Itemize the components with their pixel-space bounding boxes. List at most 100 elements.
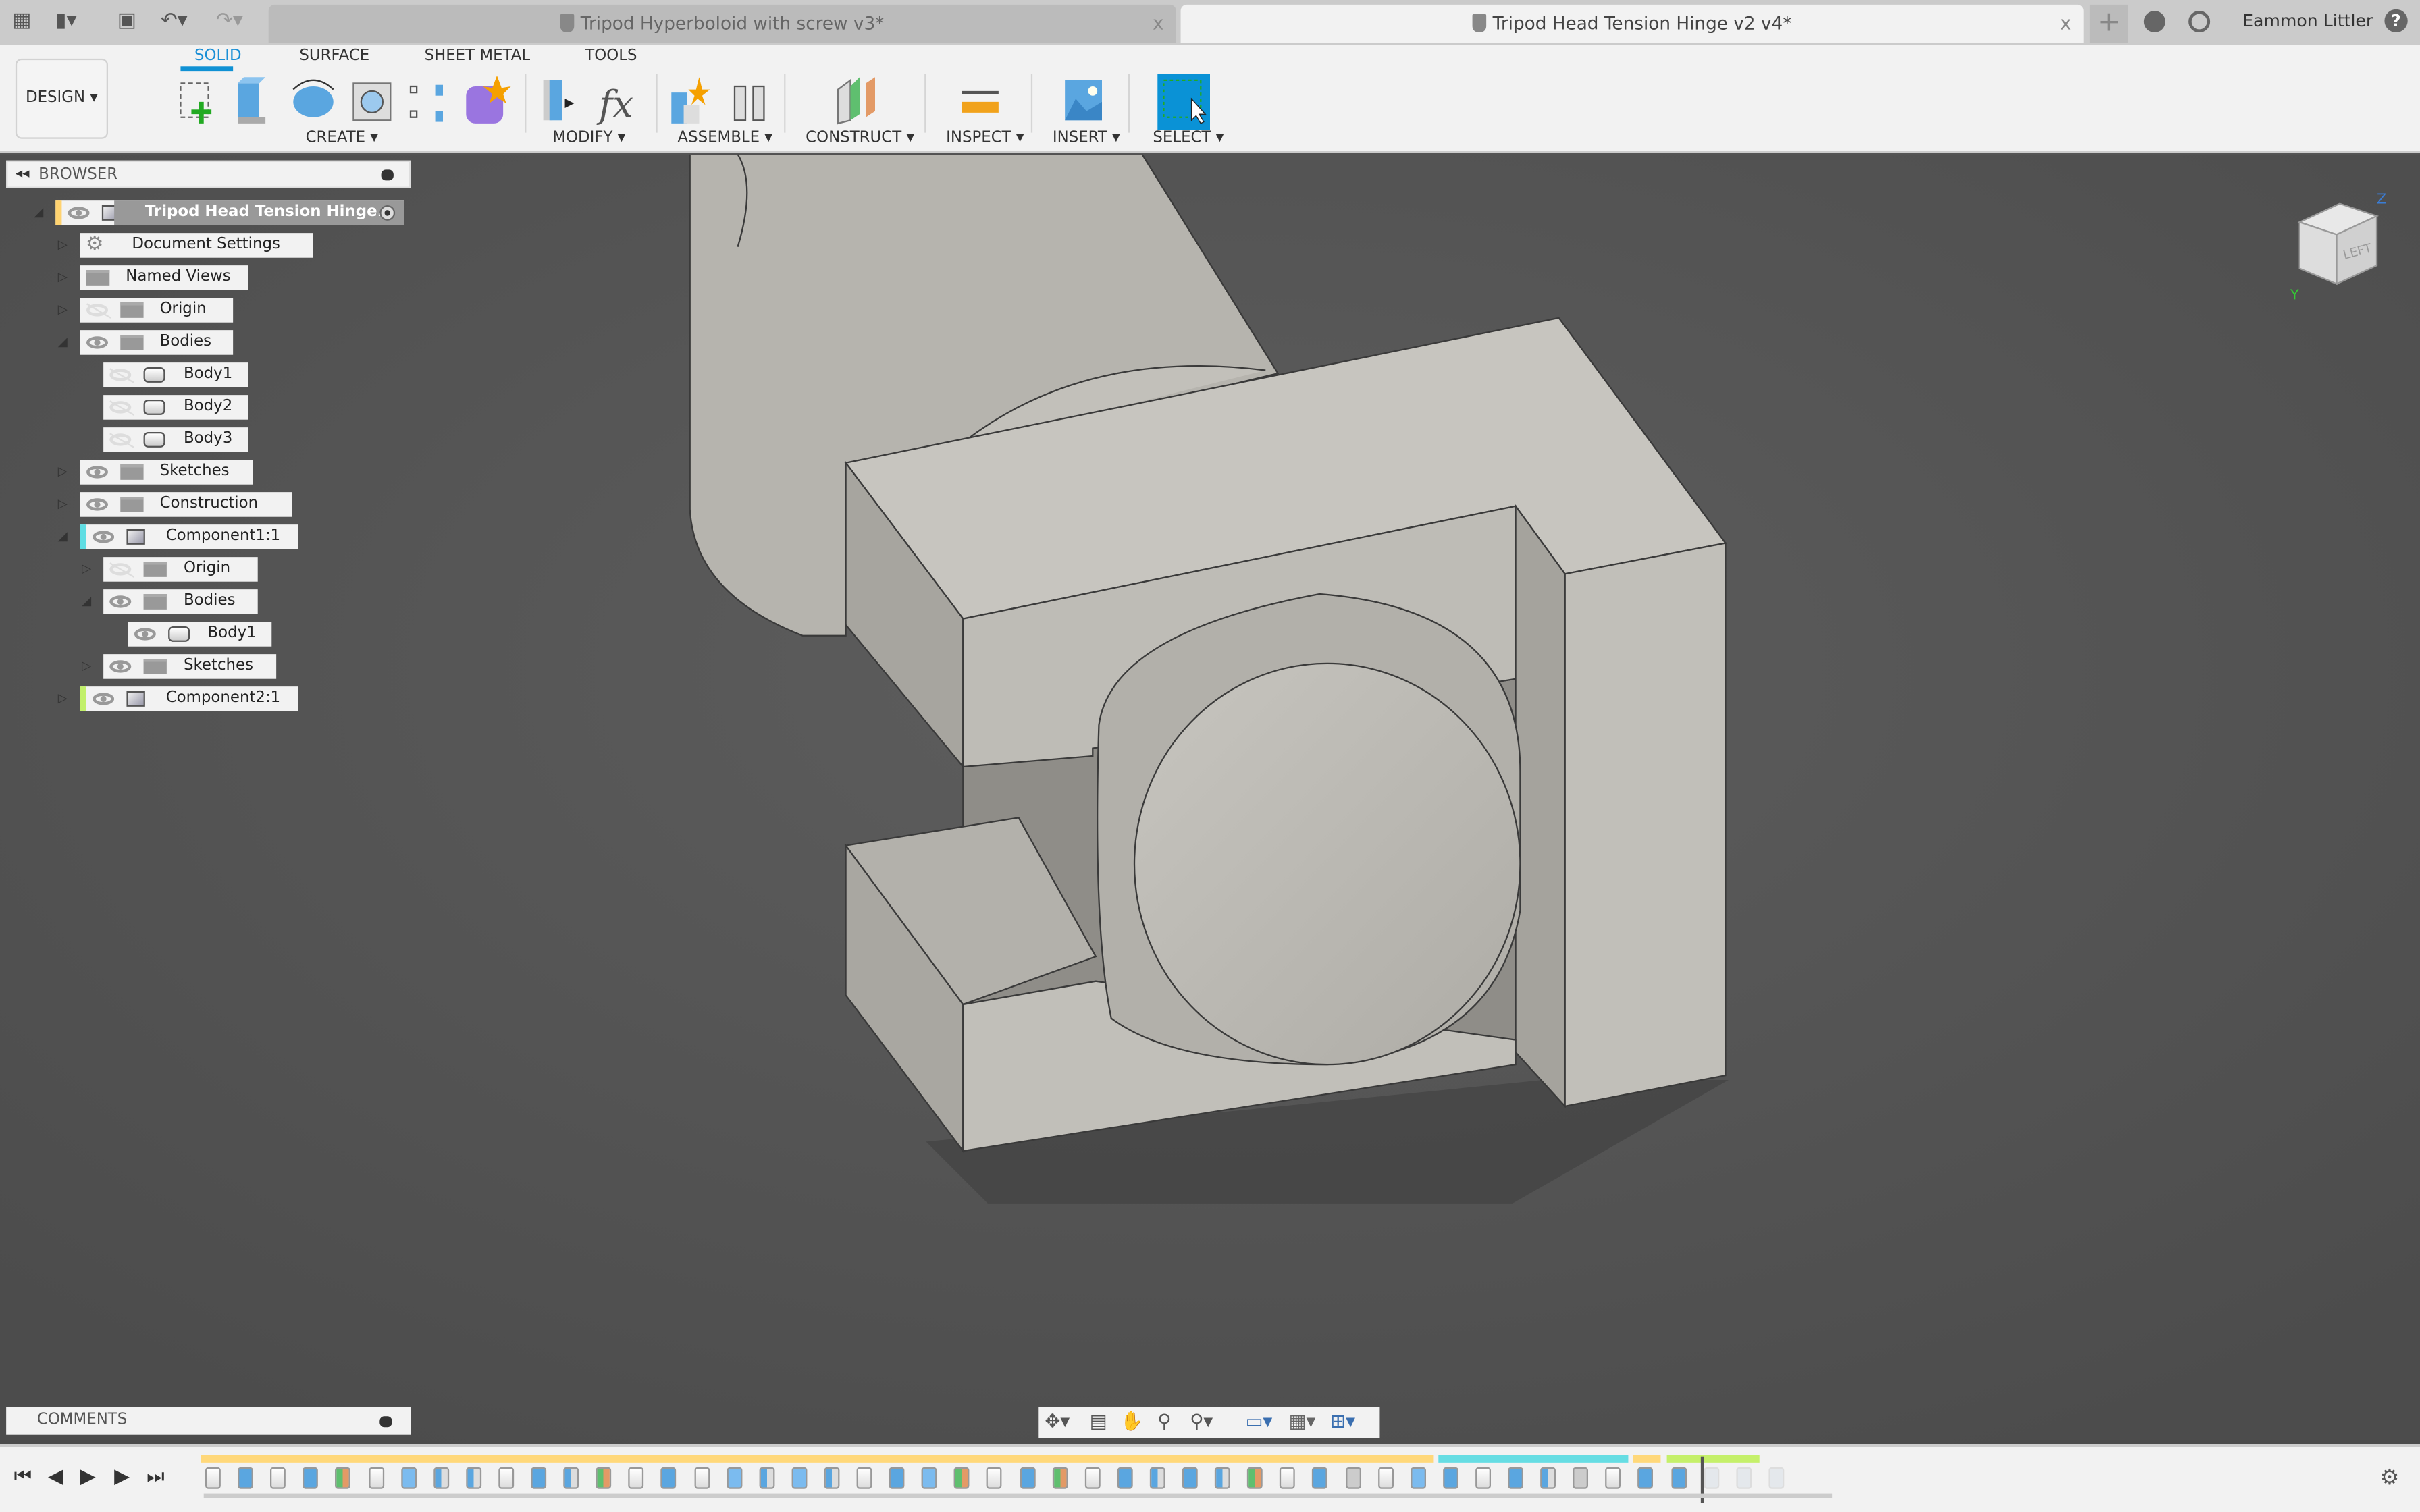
extrude-icon[interactable] — [238, 77, 265, 124]
expand-toggle-icon[interactable]: ▷ — [58, 238, 70, 253]
timeline-feature-fillet-icon[interactable] — [1215, 1467, 1230, 1489]
browser-item[interactable]: ▷⚙Document Settings — [0, 233, 417, 258]
visibility-eye-icon[interactable] — [86, 304, 107, 316]
collapse-toggle-icon[interactable]: ◢ — [58, 335, 70, 350]
timeline-feature-suppressed-icon[interactable] — [1736, 1467, 1752, 1489]
new-tab-button[interactable]: + — [2090, 5, 2128, 43]
timeline-feature-sketch-icon[interactable] — [205, 1467, 221, 1489]
press-pull-icon[interactable] — [544, 80, 575, 120]
tab-tools[interactable]: TOOLS — [585, 48, 637, 65]
viewports-icon[interactable]: ⊞▾ — [1330, 1410, 1355, 1432]
timeline-feature-sketch-icon[interactable] — [1377, 1467, 1393, 1489]
close-tab-icon[interactable]: x — [2060, 5, 2071, 43]
timeline-feature-extrude-icon[interactable] — [889, 1467, 905, 1489]
timeline-feature-extrude-icon[interactable] — [1671, 1467, 1686, 1489]
pan-icon[interactable]: ✋ — [1120, 1410, 1143, 1432]
visibility-eye-icon[interactable] — [68, 207, 90, 219]
new-component-icon[interactable] — [671, 77, 710, 124]
orbit-icon[interactable]: ✥▾ — [1045, 1410, 1070, 1432]
timeline-feature-fillet-icon[interactable] — [824, 1467, 839, 1489]
timeline-feature-extrude-icon[interactable] — [1508, 1467, 1523, 1489]
tab-solid[interactable]: SOLID — [194, 48, 242, 65]
expand-toggle-icon[interactable]: ▷ — [58, 497, 70, 512]
browser-item[interactable]: ◢Bodies — [0, 589, 417, 614]
browser-item[interactable]: ▷Named Views — [0, 265, 417, 290]
timeline-feature-fillet-icon[interactable] — [1150, 1467, 1165, 1489]
close-tab-icon[interactable]: x — [1153, 5, 1163, 43]
timeline-feature-plane-icon[interactable] — [336, 1467, 351, 1489]
timeline-feature-revolve-icon[interactable] — [922, 1467, 937, 1489]
parameters-fx-icon[interactable]: fx — [596, 83, 633, 126]
timeline-feature-fillet-icon[interactable] — [433, 1467, 449, 1489]
activate-radio-icon[interactable] — [379, 205, 395, 221]
save-icon[interactable]: ▣ — [117, 9, 136, 34]
timeline-feature-sketch-icon[interactable] — [368, 1467, 384, 1489]
timeline-feature-fillet-icon[interactable] — [1540, 1467, 1556, 1489]
expand-toggle-icon[interactable]: ▷ — [82, 562, 94, 577]
display-settings-icon[interactable]: ▭▾ — [1246, 1410, 1273, 1432]
timeline-feature-plane-icon[interactable] — [954, 1467, 970, 1489]
grid-settings-icon[interactable]: ▦▾ — [1289, 1410, 1316, 1432]
visibility-eye-icon[interactable] — [109, 595, 131, 608]
timeline-feature-box-icon[interactable] — [1345, 1467, 1361, 1489]
fit-zoom-icon[interactable]: ⚲▾ — [1190, 1410, 1213, 1432]
browser-item[interactable]: ▷Origin — [0, 557, 417, 582]
timeline-feature-suppressed-icon[interactable] — [1768, 1467, 1784, 1489]
timeline-feature-sketch-icon[interactable] — [498, 1467, 514, 1489]
browser-item[interactable]: ◢Component1:1 — [0, 524, 417, 549]
visibility-eye-icon[interactable] — [109, 660, 131, 672]
collapse-toggle-icon[interactable]: ◢ — [34, 205, 46, 221]
add-comment-icon[interactable] — [379, 1416, 392, 1427]
timeline-feature-extrude-icon[interactable] — [661, 1467, 677, 1489]
expand-toggle-icon[interactable]: ▷ — [58, 302, 70, 318]
timeline-feature-extrude-icon[interactable] — [1182, 1467, 1198, 1489]
extensions-icon[interactable] — [2144, 11, 2165, 32]
app-grid-icon[interactable]: ▦ — [12, 9, 31, 34]
browser-item[interactable]: ◢Bodies — [0, 330, 417, 355]
timeline-feature-extrude-icon[interactable] — [303, 1467, 319, 1489]
timeline-feature-extrude-icon[interactable] — [238, 1467, 253, 1489]
viewcube[interactable]: LEFT Z Y — [2290, 188, 2389, 300]
collapse-panel-icon[interactable]: ◂◂ — [16, 162, 30, 188]
timeline-feature-sketch-icon[interactable] — [987, 1467, 1002, 1489]
expand-toggle-icon[interactable]: ▷ — [58, 464, 70, 480]
inspect-menu[interactable]: INSPECT ▾ — [946, 130, 1024, 146]
select-box-icon[interactable] — [1157, 74, 1210, 130]
timeline-feature-extrude-icon[interactable] — [531, 1467, 546, 1489]
comments-panel[interactable]: COMMENTS — [6, 1407, 411, 1435]
step-forward-icon[interactable]: ▶ — [114, 1465, 130, 1488]
browser-item[interactable]: ▷Sketches — [0, 654, 417, 679]
browser-item[interactable]: Body1 — [0, 362, 417, 387]
construct-menu[interactable]: CONSTRUCT ▾ — [806, 130, 914, 146]
expand-toggle-icon[interactable]: ▷ — [82, 659, 94, 674]
timeline-feature-box-icon[interactable] — [1573, 1467, 1589, 1489]
job-status-clock-icon[interactable] — [2188, 11, 2210, 32]
look-at-icon[interactable]: ▤ — [1090, 1410, 1107, 1432]
redo-icon[interactable]: ↷▾ — [216, 9, 243, 34]
timeline-feature-extrude-icon[interactable] — [1443, 1467, 1458, 1489]
visibility-eye-icon[interactable] — [86, 336, 107, 348]
go-to-end-icon[interactable]: ⏭ — [147, 1465, 165, 1488]
browser-item[interactable]: Body1 — [0, 622, 417, 647]
help-icon[interactable]: ? — [2384, 9, 2407, 32]
visibility-eye-icon[interactable] — [109, 433, 131, 446]
browser-item[interactable]: Body2 — [0, 395, 417, 420]
timeline-feature-sketch-icon[interactable] — [857, 1467, 872, 1489]
document-tab-inactive[interactable]: Tripod Hyperboloid with screw v3* x — [269, 5, 1176, 43]
browser-item[interactable]: ▷Component2:1 — [0, 686, 417, 711]
assemble-menu[interactable]: ASSEMBLE ▾ — [677, 130, 772, 146]
timeline-feature-revolve-icon[interactable] — [791, 1467, 807, 1489]
pin-panel-icon[interactable] — [382, 169, 394, 180]
timeline-feature-plane-icon[interactable] — [596, 1467, 612, 1489]
visibility-eye-icon[interactable] — [86, 466, 107, 478]
timeline-feature-sketch-icon[interactable] — [1280, 1467, 1296, 1489]
joint-icon[interactable] — [735, 86, 764, 120]
collapse-toggle-icon[interactable]: ◢ — [58, 529, 70, 545]
timeline-feature-revolve-icon[interactable] — [400, 1467, 416, 1489]
browser-item[interactable]: Body3 — [0, 427, 417, 452]
timeline-feature-fillet-icon[interactable] — [759, 1467, 774, 1489]
timeline-feature-sketch-icon[interactable] — [1084, 1467, 1100, 1489]
tab-surface[interactable]: SURFACE — [299, 48, 369, 65]
expand-toggle-icon[interactable]: ▷ — [58, 691, 70, 707]
hole-icon[interactable] — [353, 83, 390, 120]
